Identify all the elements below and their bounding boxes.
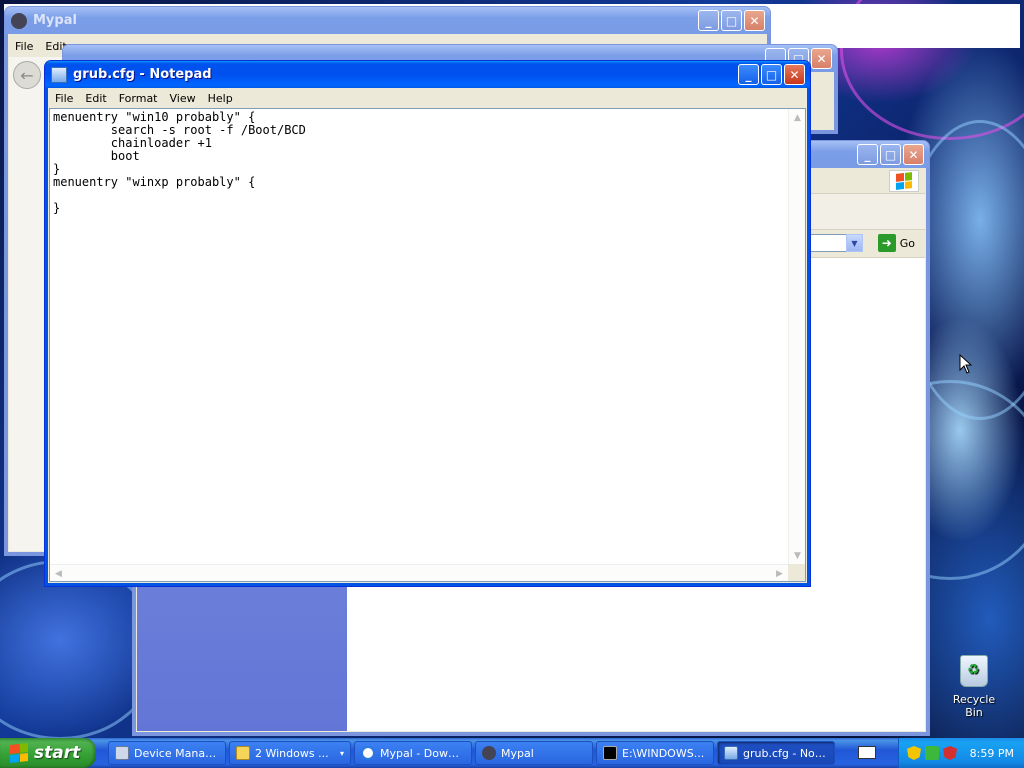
group-arrow-icon: ▾ [339, 748, 344, 758]
go-label: Go [899, 236, 915, 250]
back-icon[interactable]: ← [13, 61, 41, 89]
scroll-left-icon[interactable]: ◀ [50, 565, 67, 582]
notepad-editor[interactable]: menuentry "win10 probably" { search -s r… [49, 108, 806, 582]
task-mypal-download[interactable]: Mypal - Downl... [354, 741, 472, 765]
notepad-icon [51, 66, 67, 83]
minimize-button[interactable]: _ [857, 144, 878, 165]
recycle-bin-label: Recycle Bin [952, 693, 996, 719]
notepad-title: grub.cfg - Notepad [73, 67, 212, 82]
start-label: start [34, 743, 81, 763]
windows-logo-icon [10, 743, 28, 763]
notepad-menubar: File Edit Format View Help [49, 88, 806, 108]
notepad-text[interactable]: menuentry "win10 probably" { search -s r… [51, 110, 788, 564]
go-button[interactable]: ➜ Go [877, 234, 915, 252]
clock[interactable]: 8:59 PM [970, 747, 1014, 760]
recycle-bin-icon [960, 655, 988, 687]
task-device-manager[interactable]: Device Manager [108, 741, 226, 765]
menu-file[interactable]: File [49, 92, 79, 105]
task-mypal[interactable]: Mypal [475, 741, 593, 765]
keyboard-icon[interactable] [858, 746, 876, 759]
mypal-titlebar[interactable]: Mypal _ □ ✕ [5, 7, 770, 34]
task-label: grub.cfg - Not... [743, 746, 828, 760]
windows-logo-icon [889, 170, 919, 192]
minimize-button[interactable]: _ [738, 64, 759, 85]
minimize-button[interactable]: _ [698, 10, 719, 31]
menu-edit[interactable]: Edit [79, 92, 112, 105]
network-icon[interactable] [925, 746, 939, 760]
go-arrow-icon: ➜ [877, 234, 896, 252]
close-button[interactable]: ✕ [784, 64, 805, 85]
browser-icon [361, 746, 375, 760]
task-windows-group[interactable]: 2 Windows ... ▾ [229, 741, 351, 765]
address-dropdown-icon[interactable]: ▼ [846, 234, 863, 252]
mypal-icon [482, 746, 496, 760]
menu-file[interactable]: File [9, 40, 39, 53]
device-manager-icon [115, 746, 129, 760]
scroll-down-icon[interactable]: ▼ [789, 547, 806, 564]
horizontal-scrollbar[interactable]: ◀ ▶ [50, 564, 788, 581]
scroll-up-icon[interactable]: ▲ [789, 109, 806, 126]
maximize-button[interactable]: □ [721, 10, 742, 31]
vertical-scrollbar[interactable]: ▲ ▼ [788, 109, 805, 564]
task-label: Mypal [501, 746, 534, 760]
folder-icon [236, 746, 250, 760]
task-label: Mypal - Downl... [380, 746, 465, 760]
close-button[interactable]: ✕ [744, 10, 765, 31]
taskbar: start Device Manager 2 Windows ... ▾ Myp… [0, 738, 1024, 768]
alert-shield-icon[interactable] [943, 746, 957, 760]
notepad-titlebar[interactable]: grub.cfg - Notepad _ □ ✕ [45, 61, 810, 88]
task-label: Device Manager [134, 746, 219, 760]
cmd-icon [603, 746, 617, 760]
mypal-icon [11, 12, 27, 29]
task-cmd[interactable]: E:\WINDOWS... [596, 741, 714, 765]
notepad-icon [724, 746, 738, 760]
start-button[interactable]: start [0, 738, 96, 768]
close-button[interactable]: ✕ [811, 48, 832, 69]
menu-view[interactable]: View [164, 92, 202, 105]
maximize-button[interactable]: □ [880, 144, 901, 165]
recycle-bin[interactable]: Recycle Bin [944, 655, 1004, 719]
menu-help[interactable]: Help [202, 92, 239, 105]
mypal-title: Mypal [33, 13, 77, 28]
scroll-right-icon[interactable]: ▶ [771, 565, 788, 582]
menu-format[interactable]: Format [113, 92, 164, 105]
notepad-window[interactable]: grub.cfg - Notepad _ □ ✕ File Edit Forma… [44, 60, 811, 587]
security-shield-icon[interactable] [907, 746, 921, 760]
task-label: 2 Windows ... [255, 746, 329, 760]
system-tray: 8:59 PM [898, 738, 1024, 768]
resize-grip-icon[interactable] [788, 564, 805, 581]
maximize-button[interactable]: □ [761, 64, 782, 85]
task-label: E:\WINDOWS... [622, 746, 705, 760]
close-button[interactable]: ✕ [903, 144, 924, 165]
task-notepad[interactable]: grub.cfg - Not... [717, 741, 835, 765]
